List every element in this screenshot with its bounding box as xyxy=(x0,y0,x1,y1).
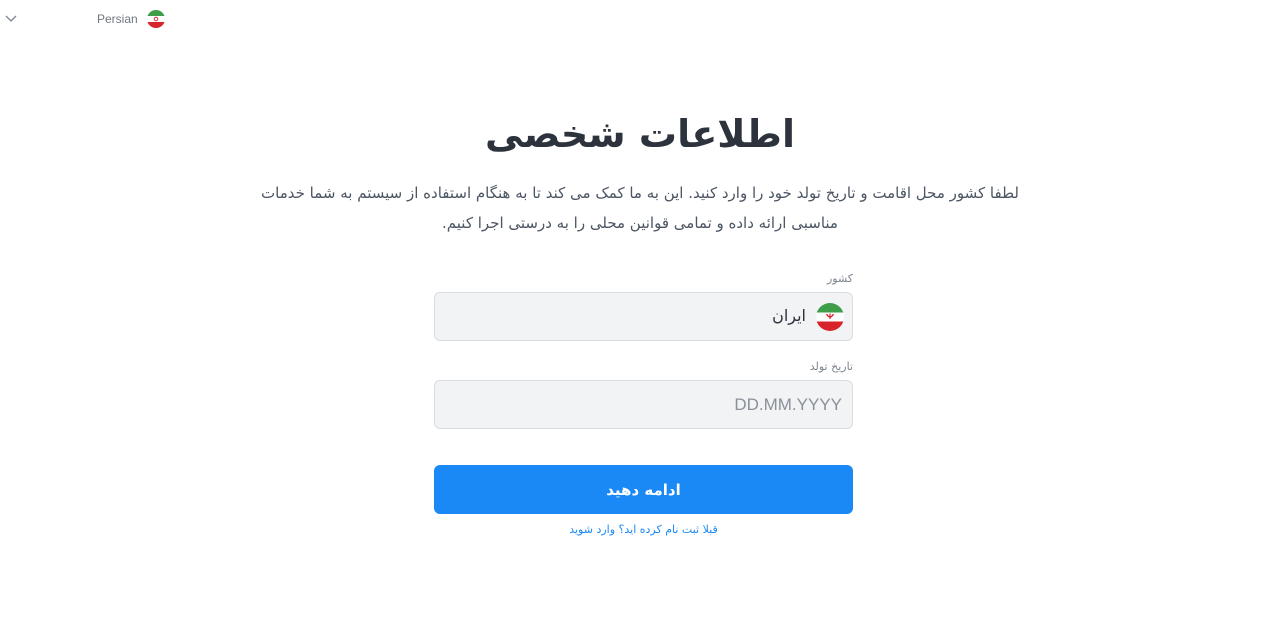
birth-date-label: تاریخ تولد xyxy=(809,360,853,373)
language-selector[interactable]: Persian xyxy=(4,10,174,30)
page-title: اطلاعات شخصی xyxy=(485,112,795,156)
continue-button[interactable]: ادامه دهید xyxy=(434,465,853,514)
birth-date-field[interactable] xyxy=(434,380,853,429)
language-label[interactable]: Persian xyxy=(97,12,138,26)
birth-date-input[interactable] xyxy=(435,381,852,428)
page-description: لطفا کشور محل اقامت و تاریخ تولد خود را … xyxy=(261,184,1019,232)
country-value: ایران xyxy=(772,306,806,325)
country-select[interactable]: ایران xyxy=(434,292,853,341)
iran-flag-icon xyxy=(816,303,844,331)
personal-info-page: Persian اطلاعات شخصی لطفا کشور محل اقامت… xyxy=(0,0,1280,622)
login-link[interactable]: قبلا ثبت نام کرده اید؟ وارد شوید xyxy=(434,523,853,536)
country-label: کشور xyxy=(826,272,853,285)
iran-flag-icon xyxy=(147,10,165,28)
chevron-down-icon[interactable] xyxy=(4,12,18,26)
